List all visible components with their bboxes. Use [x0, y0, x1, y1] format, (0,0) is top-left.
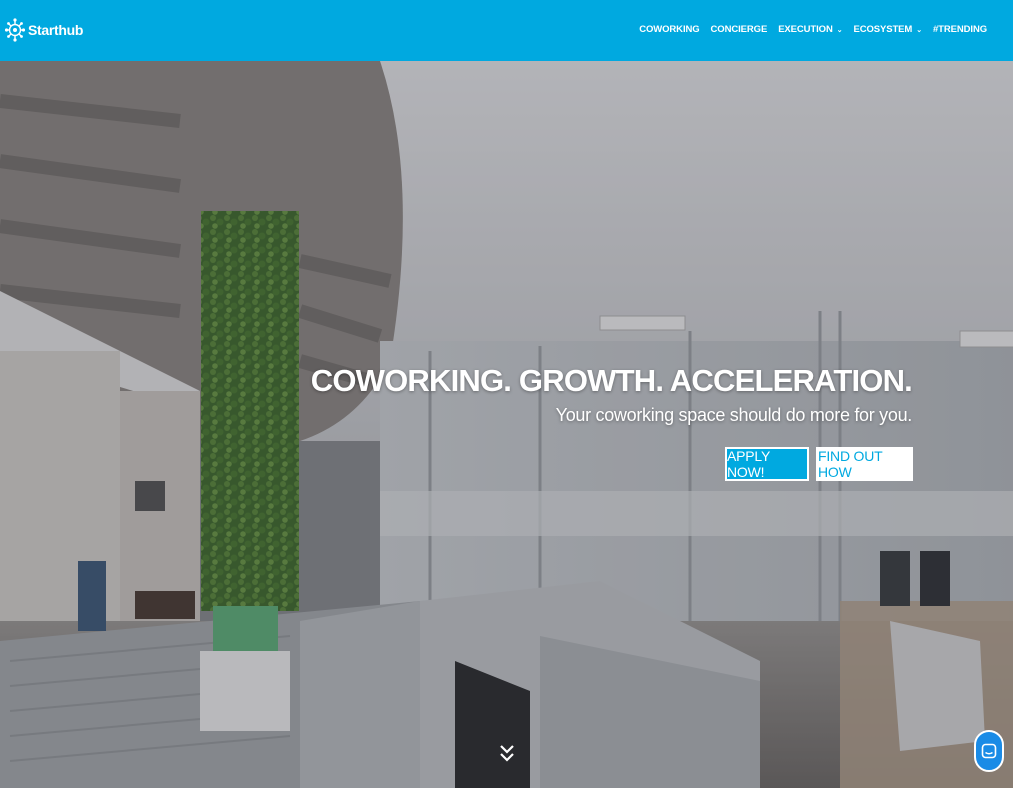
chat-launcher-button[interactable] — [974, 730, 1004, 772]
nav-item-ecosystem[interactable]: ECOSYSTEM ⌄ — [853, 24, 922, 35]
nav-item-trending[interactable]: #TRENDING — [933, 24, 987, 35]
site-header: Starthub COWORKING CONCIERGE EXECUTION ⌄… — [0, 0, 1013, 61]
nav-item-coworking[interactable]: COWORKING — [639, 24, 699, 35]
nav-item-label: #TRENDING — [933, 24, 987, 35]
starthub-logo[interactable]: Starthub — [5, 17, 83, 43]
main-nav: COWORKING CONCIERGE EXECUTION ⌄ ECOSYSTE… — [628, 24, 987, 35]
nav-item-concierge[interactable]: CONCIERGE — [711, 24, 768, 35]
chevron-down-icon: ⌄ — [836, 26, 843, 34]
hero-title: COWORKING. GROWTH. ACCELERATION. — [310, 363, 913, 398]
nav-item-execution[interactable]: EXECUTION ⌄ — [778, 24, 842, 35]
hero-section: COWORKING. GROWTH. ACCELERATION. Your co… — [0, 61, 1013, 788]
chat-icon — [981, 743, 997, 759]
hero-subtitle: Your coworking space should do more for … — [555, 405, 913, 425]
nav-item-label: EXECUTION — [778, 24, 833, 35]
find-out-how-button[interactable]: FIND OUT HOW — [816, 447, 913, 481]
nav-item-label: COWORKING — [639, 24, 700, 35]
nav-item-label: ECOSYSTEM — [853, 24, 913, 35]
apply-now-button[interactable]: APPLY NOW! — [725, 447, 809, 481]
brand-name: Starthub — [28, 22, 84, 38]
starthub-logo-icon — [5, 18, 25, 42]
nav-item-label: CONCIERGE — [710, 24, 768, 35]
double-chevron-down-icon[interactable] — [498, 743, 516, 765]
chevron-down-icon: ⌄ — [916, 26, 922, 34]
